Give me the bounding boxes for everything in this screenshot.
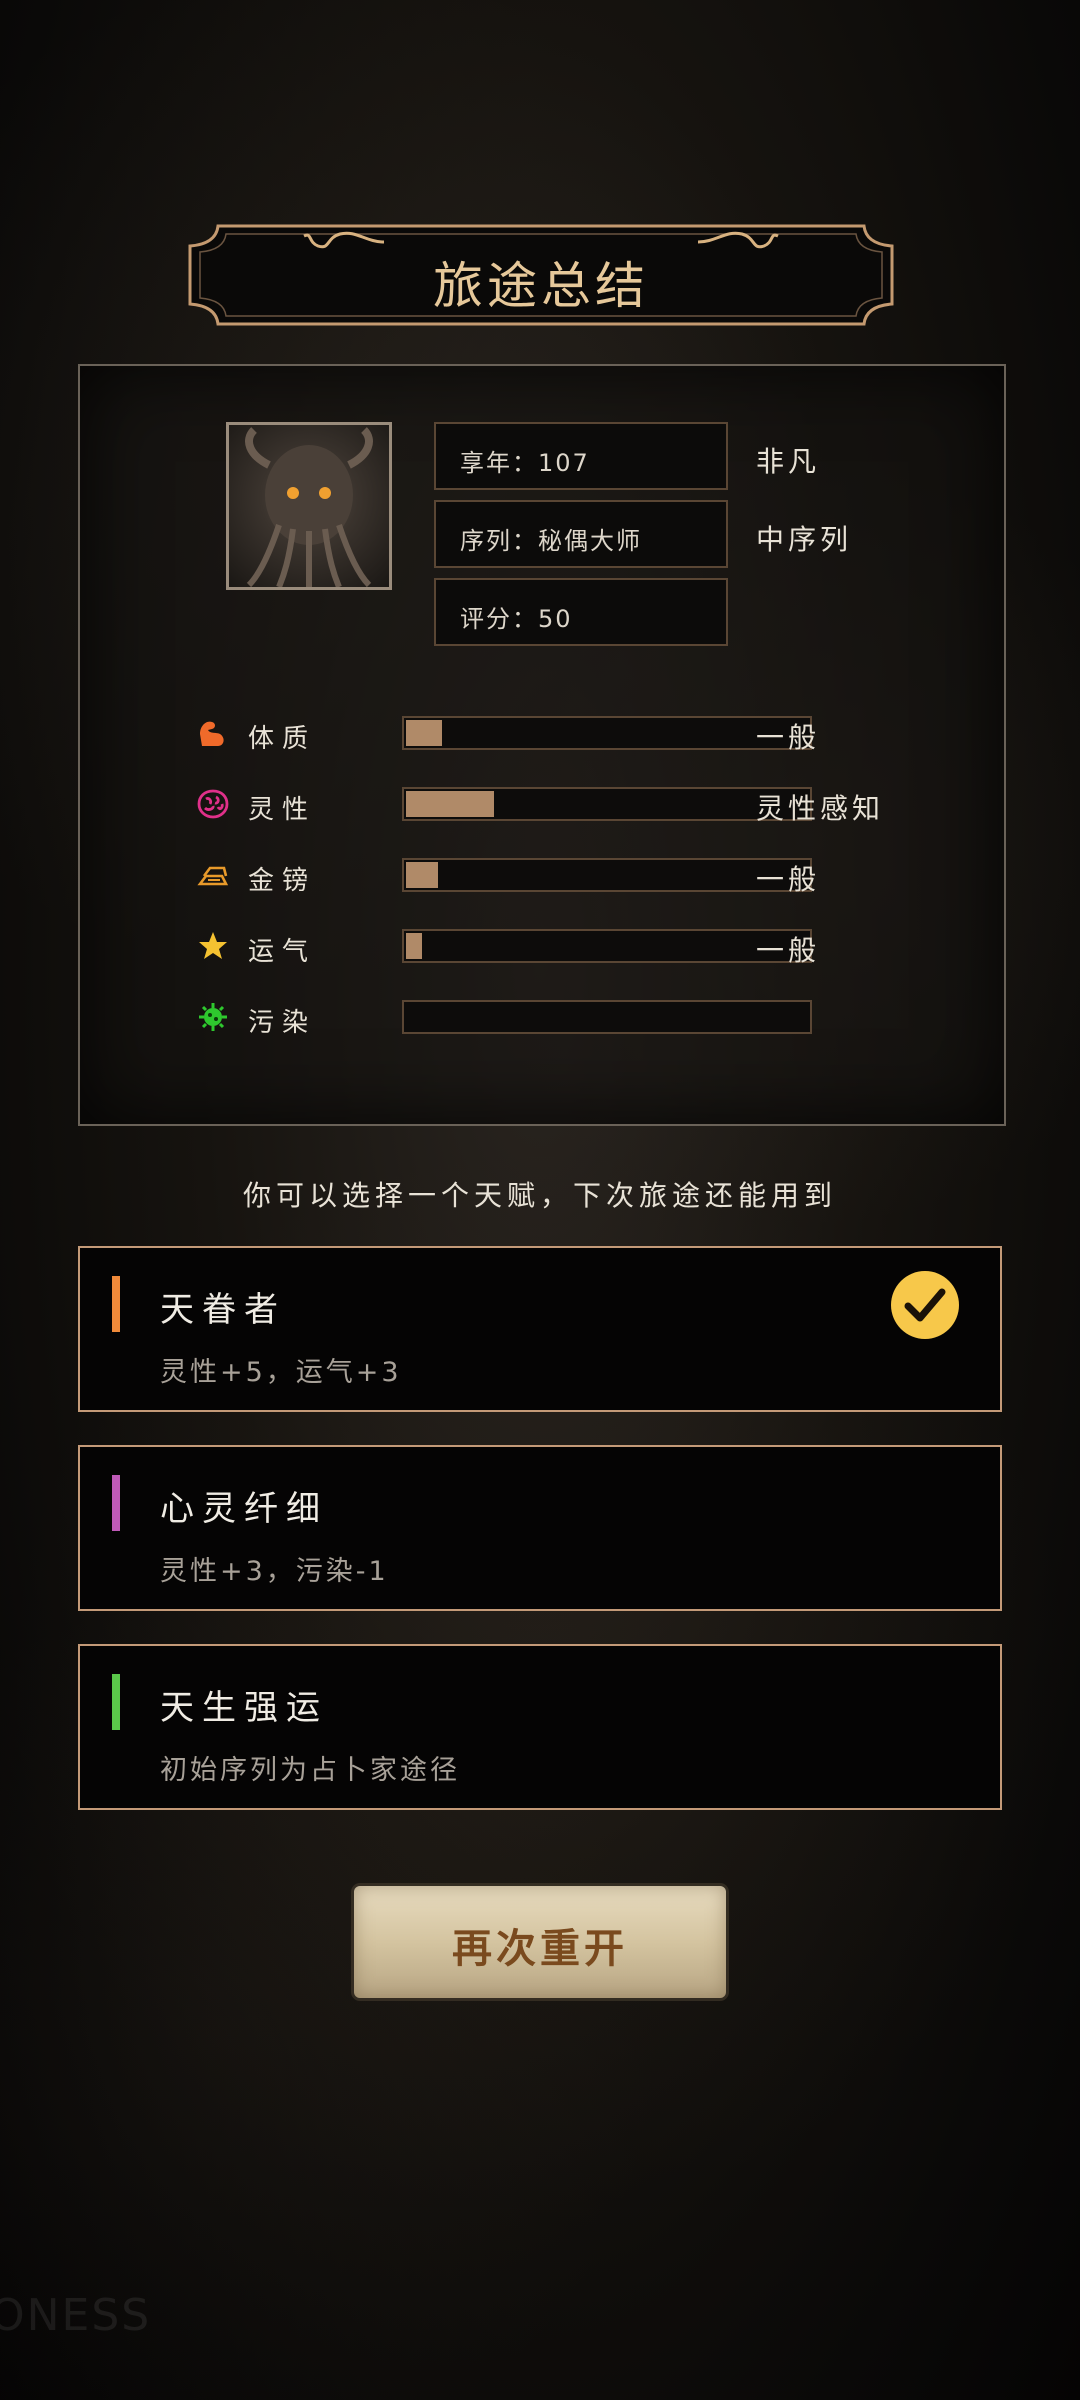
talent-desc: 初始序列为占卜家途径 xyxy=(160,1755,460,1786)
stat-bar xyxy=(402,929,812,963)
talent-stripe xyxy=(112,1276,120,1332)
summary-panel: 享年：107 非凡 序列：秘偶大师 中序列 评分：50 体质 一般 灵性 灵性感… xyxy=(78,364,1006,1126)
check-icon xyxy=(891,1271,959,1339)
stat-label: 运气 xyxy=(248,937,317,967)
stat-fill xyxy=(406,933,423,959)
stat-row-pollution: 污染 xyxy=(196,998,996,1038)
sequence-box: 序列：秘偶大师 xyxy=(434,500,728,568)
talent-name: 天生强运 xyxy=(160,1688,328,1728)
stat-bar xyxy=(402,787,812,821)
stat-fill xyxy=(406,862,439,888)
stat-fill xyxy=(406,720,443,746)
talent-hint: 你可以选择一个天赋，下次旅途还能用到 xyxy=(242,1179,837,1212)
restart-label: 再次重开 xyxy=(452,1925,628,1972)
restart-button[interactable]: 再次重开 xyxy=(354,1886,726,1998)
stat-fill xyxy=(406,791,495,817)
talent-card-1[interactable]: 心灵纤细 灵性+3，污染-1 xyxy=(78,1445,1002,1611)
talent-stripe xyxy=(112,1475,120,1531)
talent-stripe xyxy=(112,1674,120,1730)
stat-row-spirituality: 灵性 灵性感知 xyxy=(196,785,996,825)
talent-card-0[interactable]: 天眷者 灵性+5，运气+3 xyxy=(78,1246,1002,1412)
stat-row-constitution: 体质 一般 xyxy=(196,714,996,754)
talent-name: 天眷者 xyxy=(160,1290,286,1330)
stat-bar xyxy=(402,1000,812,1034)
sequence-rating: 中序列 xyxy=(756,523,853,556)
stat-row-luck: 运气 一般 xyxy=(196,927,996,967)
title-banner: 旅途总结 xyxy=(188,224,894,326)
virus-icon xyxy=(199,1003,227,1031)
stat-value: 灵性感知 xyxy=(756,792,885,825)
age-rating: 非凡 xyxy=(756,445,821,478)
stat-bar xyxy=(402,858,812,892)
talent-name: 心灵纤细 xyxy=(160,1489,328,1529)
page-title: 旅途总结 xyxy=(433,257,649,315)
talent-desc: 灵性+5，运气+3 xyxy=(160,1357,402,1388)
stat-label: 金镑 xyxy=(248,866,317,896)
muscle-icon xyxy=(200,721,224,746)
stat-label: 灵性 xyxy=(248,795,317,825)
character-portrait xyxy=(226,422,392,590)
talent-desc: 灵性+3，污染-1 xyxy=(160,1556,389,1587)
stat-row-gold: 金镑 一般 xyxy=(196,856,996,896)
brain-icon xyxy=(197,789,229,819)
star-icon xyxy=(199,932,227,959)
stat-value: 一般 xyxy=(756,721,821,754)
stat-value: 一般 xyxy=(756,863,821,896)
talent-card-2[interactable]: 天生强运 初始序列为占卜家途径 xyxy=(78,1644,1002,1810)
stat-bar xyxy=(402,716,812,750)
score-box: 评分：50 xyxy=(434,578,728,646)
gold-bars-icon xyxy=(197,866,229,886)
age-box: 享年：107 xyxy=(434,422,728,490)
stat-value: 一般 xyxy=(756,934,821,967)
watermark: ONESS xyxy=(0,2290,152,2341)
stat-label: 污染 xyxy=(248,1008,317,1038)
stat-label: 体质 xyxy=(248,724,317,754)
